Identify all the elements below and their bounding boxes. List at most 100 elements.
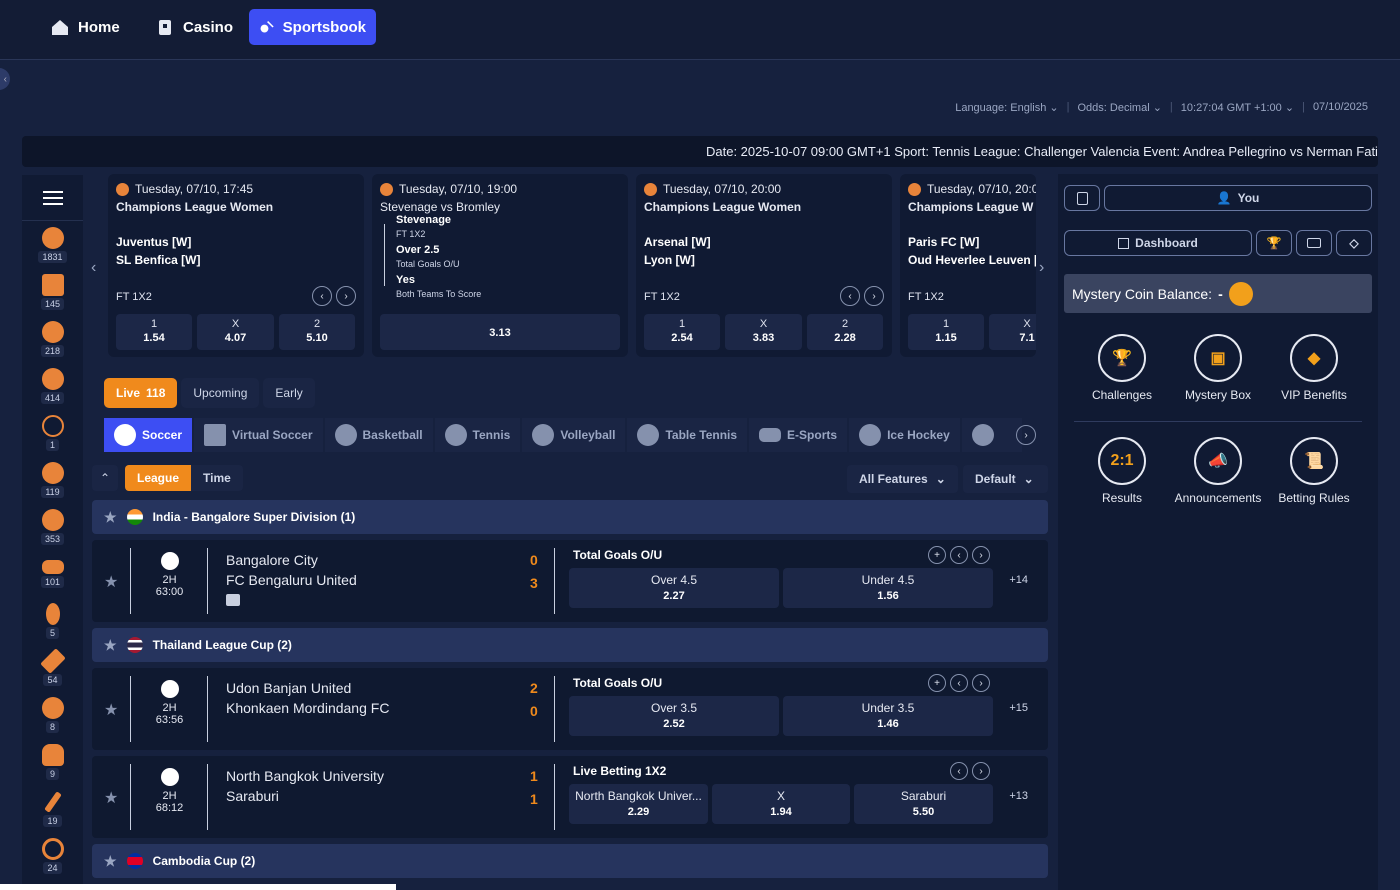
more-markets[interactable]: +14 xyxy=(1009,574,1028,586)
bet-slip-button[interactable] xyxy=(1064,185,1100,211)
sport-tab-soccer[interactable]: Soccer xyxy=(104,418,193,452)
sidebar-sport-cricket[interactable]: 19 xyxy=(22,785,83,832)
sidebar-sport-esports[interactable]: 101 xyxy=(22,550,83,597)
odd-button[interactable]: Under 4.5 1.56 xyxy=(783,568,993,608)
odd-button[interactable]: 1 1.54 xyxy=(116,314,192,350)
results-link[interactable]: 2:1 Results xyxy=(1074,437,1170,505)
betting-rules-link[interactable]: 📜 Betting Rules xyxy=(1266,437,1362,505)
chevron-left-icon[interactable]: ‹ xyxy=(840,286,860,306)
star-icon[interactable]: ★ xyxy=(104,700,118,720)
odd-button[interactable]: X 3.83 xyxy=(725,314,802,350)
sidebar-sport-athletics[interactable]: 5 xyxy=(22,597,83,644)
box-button[interactable] xyxy=(1296,230,1332,256)
sidebar-sport-table-tennis[interactable]: 353 xyxy=(22,503,83,550)
sport-tab-esports[interactable]: E-Sports xyxy=(749,418,848,452)
sidebar-sport-darts[interactable]: 24 xyxy=(22,832,83,879)
nav-home[interactable]: Home xyxy=(40,9,130,45)
league-header[interactable]: ★ India - Bangalore Super Division (1) xyxy=(92,500,1048,534)
tab-live[interactable]: Live 118 xyxy=(104,378,178,408)
star-icon[interactable]: ★ xyxy=(104,788,118,808)
profile-button[interactable]: 👤 You xyxy=(1104,185,1372,211)
collapse-panel-tab[interactable]: ‹ xyxy=(0,68,10,90)
plus-icon[interactable]: + xyxy=(928,546,946,564)
match-row[interactable]: ★ 2H 63:00 Bangalore City FC Bengaluru Un… xyxy=(92,540,1048,622)
match-row[interactable]: ★ 2H 68:12 North Bangkok University Sarab… xyxy=(92,756,1048,838)
sport-tab-basketball[interactable]: Basketball xyxy=(324,418,433,452)
odd-button[interactable]: 1 2.54 xyxy=(644,314,720,350)
carousel-prev-icon[interactable]: ‹ xyxy=(91,259,96,277)
sport-tab-table-tennis[interactable]: Table Tennis xyxy=(627,418,748,452)
sport-tabs-next-icon[interactable]: › xyxy=(1016,425,1036,445)
chevron-right-icon[interactable]: › xyxy=(972,762,990,780)
menu-button[interactable] xyxy=(22,175,83,221)
star-icon[interactable]: ★ xyxy=(104,572,118,592)
sport-tab-tennis[interactable]: Tennis xyxy=(434,418,521,452)
chevron-right-icon[interactable]: › xyxy=(336,286,356,306)
nav-casino[interactable]: Casino xyxy=(145,9,243,45)
featured-card[interactable]: Tuesday, 07/10, 20:00 Champions League W… xyxy=(636,174,892,357)
vip-button[interactable]: ◇ xyxy=(1336,230,1372,256)
odds-select[interactable]: Odds: Decimal ⌄ xyxy=(1077,101,1161,114)
announcements-link[interactable]: 📣 Announcements xyxy=(1170,437,1266,505)
sidebar-sport-2[interactable]: 1 xyxy=(22,409,83,456)
odd-button[interactable]: X 4.07 xyxy=(197,314,274,350)
more-markets[interactable]: +13 xyxy=(1009,790,1028,802)
odd-button[interactable]: X 7.1 xyxy=(989,314,1036,350)
features-dropdown[interactable]: All Features ⌄ xyxy=(847,465,958,493)
group-by-time[interactable]: Time xyxy=(191,465,243,491)
tab-early[interactable]: Early xyxy=(263,378,315,408)
odd-button[interactable]: 2 2.28 xyxy=(807,314,883,350)
sport-tab-virtual-soccer[interactable]: Virtual Soccer xyxy=(194,418,323,452)
combo-odd-button[interactable]: 3.13 xyxy=(380,314,620,350)
odd-button[interactable]: Over 4.5 2.27 xyxy=(569,568,779,608)
chevron-left-icon[interactable]: ‹ xyxy=(950,546,968,564)
sidebar-sport-badminton[interactable]: 54 xyxy=(22,644,83,691)
carousel-next-icon[interactable]: › xyxy=(1039,259,1044,277)
language-select[interactable]: Language: English ⌄ xyxy=(955,101,1058,114)
vip-benefits-link[interactable]: ◆ VIP Benefits xyxy=(1266,334,1362,402)
chevron-left-icon[interactable]: ‹ xyxy=(312,286,332,306)
sidebar-sport-baseball[interactable]: 8 xyxy=(22,691,83,738)
odd-button[interactable]: X 1.94 xyxy=(712,784,850,824)
sport-tab-more[interactable] xyxy=(961,418,1022,452)
chevron-right-icon[interactable]: › xyxy=(972,546,990,564)
sport-tab-ice-hockey[interactable]: Ice Hockey xyxy=(849,418,960,452)
nav-sportsbook[interactable]: Sportsbook xyxy=(249,9,376,45)
sort-dropdown[interactable]: Default ⌄ xyxy=(963,465,1048,493)
league-header[interactable]: ★ Thailand League Cup (2) xyxy=(92,628,1048,662)
featured-bet-builder-card[interactable]: Tuesday, 07/10, 19:00 Stevenage vs Broml… xyxy=(372,174,628,357)
sidebar-sport-volleyball[interactable]: 119 xyxy=(22,456,83,503)
chevron-right-icon[interactable]: › xyxy=(972,674,990,692)
star-icon[interactable]: ★ xyxy=(104,637,117,654)
time-select[interactable]: 10:27:04 GMT +1:00 ⌄ xyxy=(1181,101,1294,114)
collapse-all-button[interactable]: ⌃ xyxy=(92,465,118,491)
challenges-link[interactable]: 🏆 Challenges xyxy=(1074,334,1170,402)
chevron-left-icon[interactable]: ‹ xyxy=(950,762,968,780)
odd-button[interactable]: 1 1.15 xyxy=(908,314,984,350)
odd-button[interactable]: 2 5.10 xyxy=(279,314,355,350)
star-icon[interactable]: ★ xyxy=(104,853,117,870)
odd-button[interactable]: Over 3.5 2.52 xyxy=(569,696,779,736)
odd-button[interactable]: North Bangkok Univer... 2.29 xyxy=(569,784,708,824)
star-icon[interactable]: ★ xyxy=(104,509,117,526)
chevron-left-icon[interactable]: ‹ xyxy=(950,674,968,692)
sidebar-sport-basketball[interactable]: 218 xyxy=(22,315,83,362)
group-by-league[interactable]: League xyxy=(125,465,192,491)
sport-tab-volleyball[interactable]: Volleyball xyxy=(522,418,626,452)
featured-card[interactable]: Tuesday, 07/10, 20:00 Champions League W… xyxy=(900,174,1036,357)
odd-button[interactable]: Under 3.5 1.46 xyxy=(783,696,993,736)
trophy-button[interactable]: 🏆 xyxy=(1256,230,1292,256)
dashboard-button[interactable]: Dashboard xyxy=(1064,230,1252,256)
more-markets[interactable]: +15 xyxy=(1009,702,1028,714)
sidebar-sport-boxing[interactable]: 9 xyxy=(22,738,83,785)
stats-icon[interactable] xyxy=(226,594,240,606)
league-header[interactable]: ★ Cambodia Cup (2) xyxy=(92,844,1048,878)
sidebar-sport-soccer[interactable]: 1831 xyxy=(22,221,83,268)
plus-icon[interactable]: + xyxy=(928,674,946,692)
featured-card[interactable]: Tuesday, 07/10, 17:45 Champions League W… xyxy=(108,174,364,357)
mystery-box-link[interactable]: ▣ Mystery Box xyxy=(1170,334,1266,402)
odd-button[interactable]: Saraburi 5.50 xyxy=(854,784,993,824)
chevron-right-icon[interactable]: › xyxy=(864,286,884,306)
sidebar-sport-tennis[interactable]: 414 xyxy=(22,362,83,409)
sidebar-sport-virtual-soccer[interactable]: 145 xyxy=(22,268,83,315)
